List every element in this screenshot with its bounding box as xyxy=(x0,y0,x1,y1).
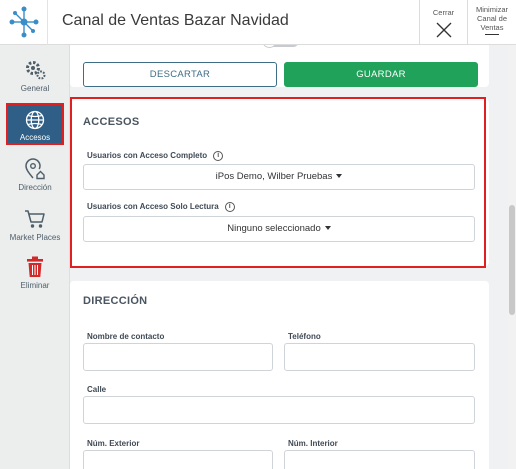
minimize-button[interactable]: Minimizar Canal de Ventas xyxy=(467,0,516,45)
street-label: Calle xyxy=(87,385,107,394)
ext-number-input[interactable] xyxy=(83,450,273,469)
toggle-switch[interactable] xyxy=(262,45,299,48)
accesos-card: ACCESOS Usuarios con Acceso Completo i iP… xyxy=(70,99,489,266)
contact-label: Nombre de contacto xyxy=(87,332,165,341)
sidebar-item-eliminar[interactable]: Eliminar xyxy=(0,256,70,290)
globe-icon xyxy=(25,110,45,130)
minimize-label-3: Ventas xyxy=(480,23,504,32)
sidebar-item-label: Eliminar xyxy=(20,281,50,290)
full-access-label: Usuarios con Acceso Completo i xyxy=(87,151,224,161)
minimize-icon xyxy=(485,34,499,35)
sidebar-item-direccion[interactable]: Dirección xyxy=(0,158,70,192)
direccion-card: DIRECCIÓN Nombre de contacto Teléfono Ca… xyxy=(70,281,489,469)
close-button[interactable]: Cerrar xyxy=(419,0,467,45)
sidebar-item-accesos[interactable]: Accesos xyxy=(6,103,64,145)
sidebar-item-label: Market Places xyxy=(9,233,61,242)
readonly-select[interactable]: Ninguno seleccionado xyxy=(83,216,475,242)
readonly-label: Usuarios con Acceso Solo Lectura i xyxy=(87,202,235,212)
street-input[interactable] xyxy=(83,396,475,424)
close-icon xyxy=(436,22,451,38)
sidebar-item-market-places[interactable]: Market Places xyxy=(0,208,70,242)
contact-input[interactable] xyxy=(83,343,273,371)
info-icon[interactable]: i xyxy=(224,202,235,212)
page-title: Canal de Ventas Bazar Navidad xyxy=(62,12,289,29)
full-access-value: iPos Demo, Wilber Pruebas xyxy=(215,171,333,182)
readonly-label-text: Usuarios con Acceso Solo Lectura xyxy=(87,202,219,212)
section-title-accesos: ACCESOS xyxy=(83,116,140,128)
full-access-select[interactable]: iPos Demo, Wilber Pruebas xyxy=(83,164,475,190)
main-content: DESCARTAR GUARDAR ACCESOS Usuarios con A… xyxy=(70,45,516,469)
discard-button[interactable]: DESCARTAR xyxy=(83,62,277,87)
cart-icon xyxy=(25,210,45,228)
sidebar-item-label: General xyxy=(20,84,50,93)
section-title-direccion: DIRECCIÓN xyxy=(83,295,148,307)
app-logo-icon[interactable] xyxy=(0,0,48,45)
header: Canal de Ventas Bazar Navidad Cerrar Min… xyxy=(0,0,516,45)
sidebar: General Accesos Dirección Market Places … xyxy=(0,45,70,469)
ext-number-label: Núm. Exterior xyxy=(87,439,140,448)
sidebar-item-label: Accesos xyxy=(19,133,51,142)
info-icon[interactable]: i xyxy=(213,151,224,161)
minimize-label-1: Minimizar xyxy=(475,5,509,14)
phone-label: Teléfono xyxy=(288,332,321,341)
int-number-input[interactable] xyxy=(284,450,475,469)
close-label: Cerrar xyxy=(432,8,455,17)
sidebar-item-label: Dirección xyxy=(18,183,52,192)
readonly-value: Ninguno seleccionado xyxy=(227,223,321,234)
sidebar-item-general[interactable]: General xyxy=(0,59,70,93)
phone-input[interactable] xyxy=(284,343,475,371)
save-button[interactable]: GUARDAR xyxy=(284,62,478,87)
gear-icon xyxy=(26,61,46,80)
int-number-label: Núm. Interior xyxy=(288,439,338,448)
caret-down-icon xyxy=(324,226,331,231)
scrollbar[interactable] xyxy=(508,45,516,469)
minimize-label-2: Canal de xyxy=(476,14,508,23)
caret-down-icon xyxy=(336,174,343,179)
location-icon xyxy=(25,158,45,180)
trash-icon xyxy=(27,256,43,277)
full-access-label-text: Usuarios con Acceso Completo xyxy=(87,151,208,161)
scrollbar-thumb[interactable] xyxy=(509,205,515,315)
